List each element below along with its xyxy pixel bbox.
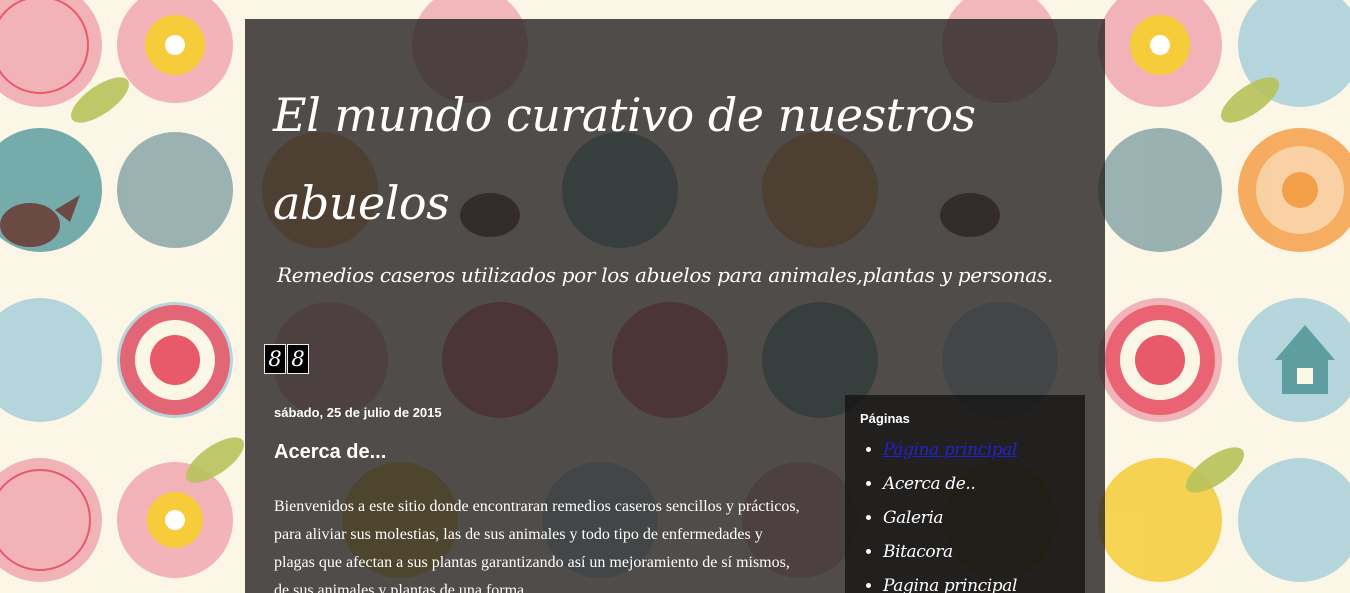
visitor-counter: 8 8 <box>264 344 310 374</box>
counter-digit: 8 <box>264 344 286 374</box>
pages-list: Página principal Acerca de.. Galeria Bit… <box>865 433 1017 593</box>
counter-digit: 8 <box>287 344 309 374</box>
post-date-header: sábado, 25 de julio de 2015 <box>274 405 442 420</box>
blog-description: Remedios caseros utilizados por los abue… <box>277 263 1053 287</box>
page-link-log[interactable]: Bitacora <box>883 542 953 562</box>
post-body: Bienvenidos a este sitio donde encontrar… <box>274 498 800 593</box>
page-item: Acerca de.. <box>883 467 1017 501</box>
page-item: Bitacora <box>883 535 1017 569</box>
page-item: Pagina principal <box>883 569 1017 593</box>
page-link-home[interactable]: Página principal <box>883 440 1017 460</box>
post-title[interactable]: Acerca de... <box>274 441 386 464</box>
pages-widget-heading: Páginas <box>860 411 910 426</box>
page-link-about[interactable]: Acerca de.. <box>883 474 976 494</box>
content-outer: El mundo curativo de nuestros abuelos Re… <box>245 19 1105 593</box>
page-item: Página principal <box>883 433 1017 467</box>
page-link-home-2[interactable]: Pagina principal <box>883 576 1017 593</box>
blog-title[interactable]: El mundo curativo de nuestros abuelos <box>273 71 993 247</box>
page-item: Galeria <box>883 501 1017 535</box>
pages-widget: Páginas Página principal Acerca de.. Gal… <box>845 395 1085 593</box>
page-link-gallery[interactable]: Galeria <box>883 508 944 528</box>
